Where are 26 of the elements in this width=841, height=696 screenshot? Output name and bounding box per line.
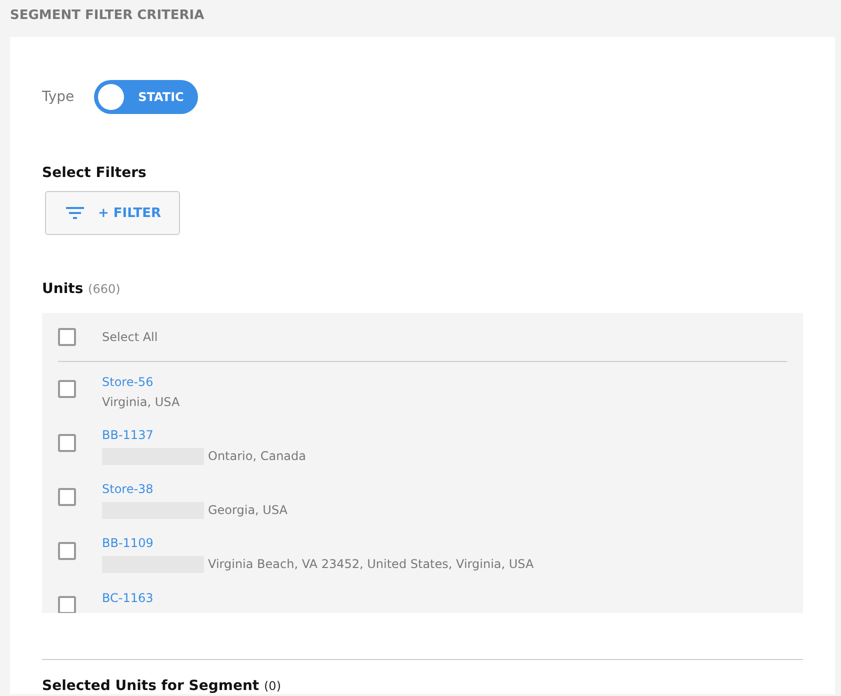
unit-checkbox[interactable] bbox=[58, 380, 76, 398]
unit-link[interactable]: BB-1137 bbox=[102, 428, 306, 442]
type-label: Type bbox=[42, 89, 74, 105]
unit-address: Virginia, USA bbox=[102, 395, 180, 409]
select-all-label: Select All bbox=[102, 330, 158, 344]
unit-link[interactable]: BB-1109 bbox=[102, 536, 534, 550]
unit-link[interactable]: Store-38 bbox=[102, 482, 288, 496]
selected-units-heading: Selected Units for Segment bbox=[42, 678, 260, 694]
unit-checkbox[interactable] bbox=[58, 596, 76, 613]
unit-link[interactable]: BC-1163 bbox=[102, 590, 154, 604]
unit-checkbox[interactable] bbox=[58, 488, 76, 506]
select-all-checkbox[interactable] bbox=[58, 328, 76, 346]
add-filter-button[interactable]: + FILTER bbox=[45, 191, 180, 235]
unit-address: Ontario, Canada bbox=[208, 449, 306, 463]
unit-address: Georgia, USA bbox=[208, 503, 288, 517]
unit-address: Virginia Beach, VA 23452, United States, Virginia, USA bbox=[208, 557, 534, 571]
type-toggle[interactable]: STATIC bbox=[94, 80, 198, 114]
filters-heading: Select Filters bbox=[42, 165, 148, 181]
units-heading: Units bbox=[42, 281, 84, 297]
section-title: SEGMENT FILTER CRITERIA bbox=[9, 7, 206, 25]
selected-units-count: (0) bbox=[264, 679, 281, 693]
unit-link[interactable]: Store-56 bbox=[102, 374, 180, 388]
unit-checkbox[interactable] bbox=[58, 542, 76, 560]
filter-icon bbox=[66, 207, 84, 219]
unit-checkbox[interactable] bbox=[58, 434, 76, 452]
units-count: (660) bbox=[88, 282, 120, 296]
